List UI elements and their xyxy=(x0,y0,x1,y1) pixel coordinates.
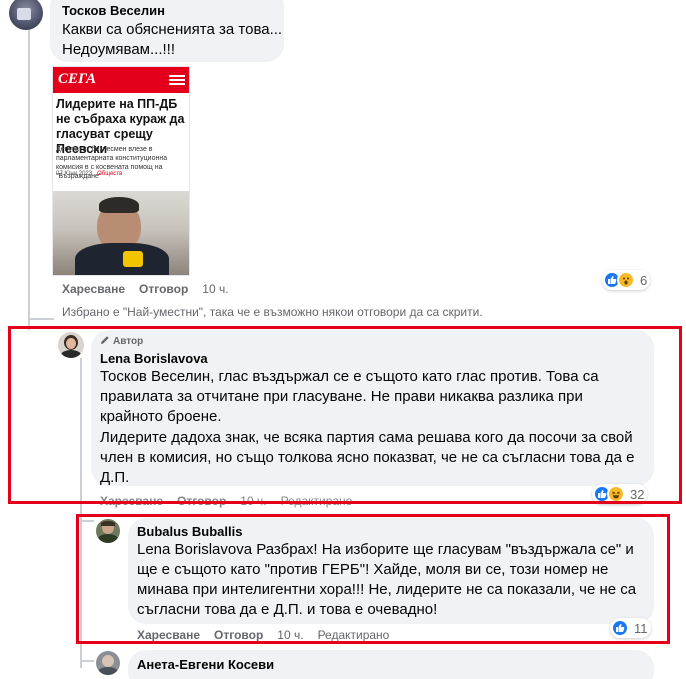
thread-line-connector xyxy=(28,318,54,320)
reply-button[interactable]: Отговор xyxy=(139,282,188,296)
reaction-summary[interactable]: 6 xyxy=(602,270,651,290)
comment-author[interactable]: Анета-Евгени Косеви xyxy=(137,657,274,672)
like-button[interactable]: Харесване xyxy=(100,494,163,508)
article-meta: 07 Юни 2023 Обществ xyxy=(56,171,122,177)
reaction-count: 32 xyxy=(630,486,645,502)
comment-line-1: Lena Borislavova Разбрах! На изборите ще… xyxy=(137,541,634,558)
comment-line-1: Какви са обясненията за това... xyxy=(62,21,283,38)
comment-line-2: ще е същото като "против ГЕРБ"! Хайде, м… xyxy=(137,561,609,578)
reaction-count: 11 xyxy=(634,620,648,636)
edited-label[interactable]: Редактирано xyxy=(318,628,390,642)
comment-line-2: Недоумявам...!!! xyxy=(62,41,175,58)
like-reaction-icon xyxy=(611,619,629,637)
comment-line-5: член в комисия, но също толкова ясно пок… xyxy=(100,449,635,466)
edited-label[interactable]: Редактирано xyxy=(281,494,353,508)
reaction-count: 6 xyxy=(640,272,648,288)
comment-line-1: Тосков Веселин, глас въздържал се е също… xyxy=(100,368,599,385)
thread-line-reply xyxy=(80,358,82,668)
most-relevant-note: Избрано е "Най-уместни", така че е възмо… xyxy=(62,305,483,319)
comment-author[interactable]: Bubalus Buballis xyxy=(137,524,242,539)
thread-line-main xyxy=(28,30,30,330)
comment-author[interactable]: Lena Borislavova xyxy=(100,351,208,366)
thread-line-connector-2 xyxy=(80,520,94,522)
thread-line-connector-3 xyxy=(80,660,94,662)
comment-line-2: правилата за отчитане при гласуване. Не … xyxy=(100,388,583,405)
comment-author[interactable]: Тосков Веселин xyxy=(62,3,165,18)
reaction-summary[interactable]: 11 xyxy=(610,618,651,638)
avatar[interactable] xyxy=(96,519,120,543)
article-category: Обществ xyxy=(97,171,123,177)
like-button[interactable]: Харесване xyxy=(137,628,200,642)
avatar[interactable] xyxy=(58,332,84,358)
comment-actions: Харесване Отговор 10 ч. xyxy=(62,282,243,296)
comment-actions: Харесване Отговор 10 ч. Редактирано xyxy=(137,628,389,642)
author-pencil-icon xyxy=(100,335,110,348)
reply-button[interactable]: Отговор xyxy=(177,494,226,508)
haha-reaction-icon xyxy=(607,485,625,503)
avatar[interactable] xyxy=(9,0,43,30)
article-card[interactable]: СЕГА Лидерите на ПП-ДБ не събраха кураж … xyxy=(52,66,190,276)
reaction-summary[interactable]: 32 xyxy=(592,484,648,504)
comment-timestamp[interactable]: 10 ч. xyxy=(277,628,303,642)
avatar[interactable] xyxy=(96,651,120,675)
comment-actions: Харесване Отговор 10 ч. Редактирано xyxy=(100,494,352,508)
author-badge: Автор xyxy=(100,335,143,348)
comment-timestamp[interactable]: 10 ч. xyxy=(202,282,228,296)
comment-timestamp[interactable]: 10 ч. xyxy=(240,494,266,508)
like-button[interactable]: Харесване xyxy=(62,282,125,296)
sega-logo: СЕГА xyxy=(55,70,99,89)
wow-reaction-icon xyxy=(617,271,635,289)
reply-button[interactable]: Отговор xyxy=(214,628,263,642)
article-date: 07 Юни 2023 xyxy=(56,171,93,177)
comment-line-6: Д.П. xyxy=(100,469,130,486)
comment-line-3: крайното броене. xyxy=(100,408,222,425)
menu-icon xyxy=(169,75,185,85)
comment-line-3: минава при интелигентни хора!!! Не, лиде… xyxy=(137,581,637,598)
article-photo xyxy=(53,191,189,275)
author-badge-label: Автор xyxy=(113,336,144,347)
comment-line-4: Лидерите дадоха знак, че всяка партия са… xyxy=(100,429,633,446)
comment-line-4: съгласни това да е Д.П. и това е очевадн… xyxy=(137,601,438,618)
